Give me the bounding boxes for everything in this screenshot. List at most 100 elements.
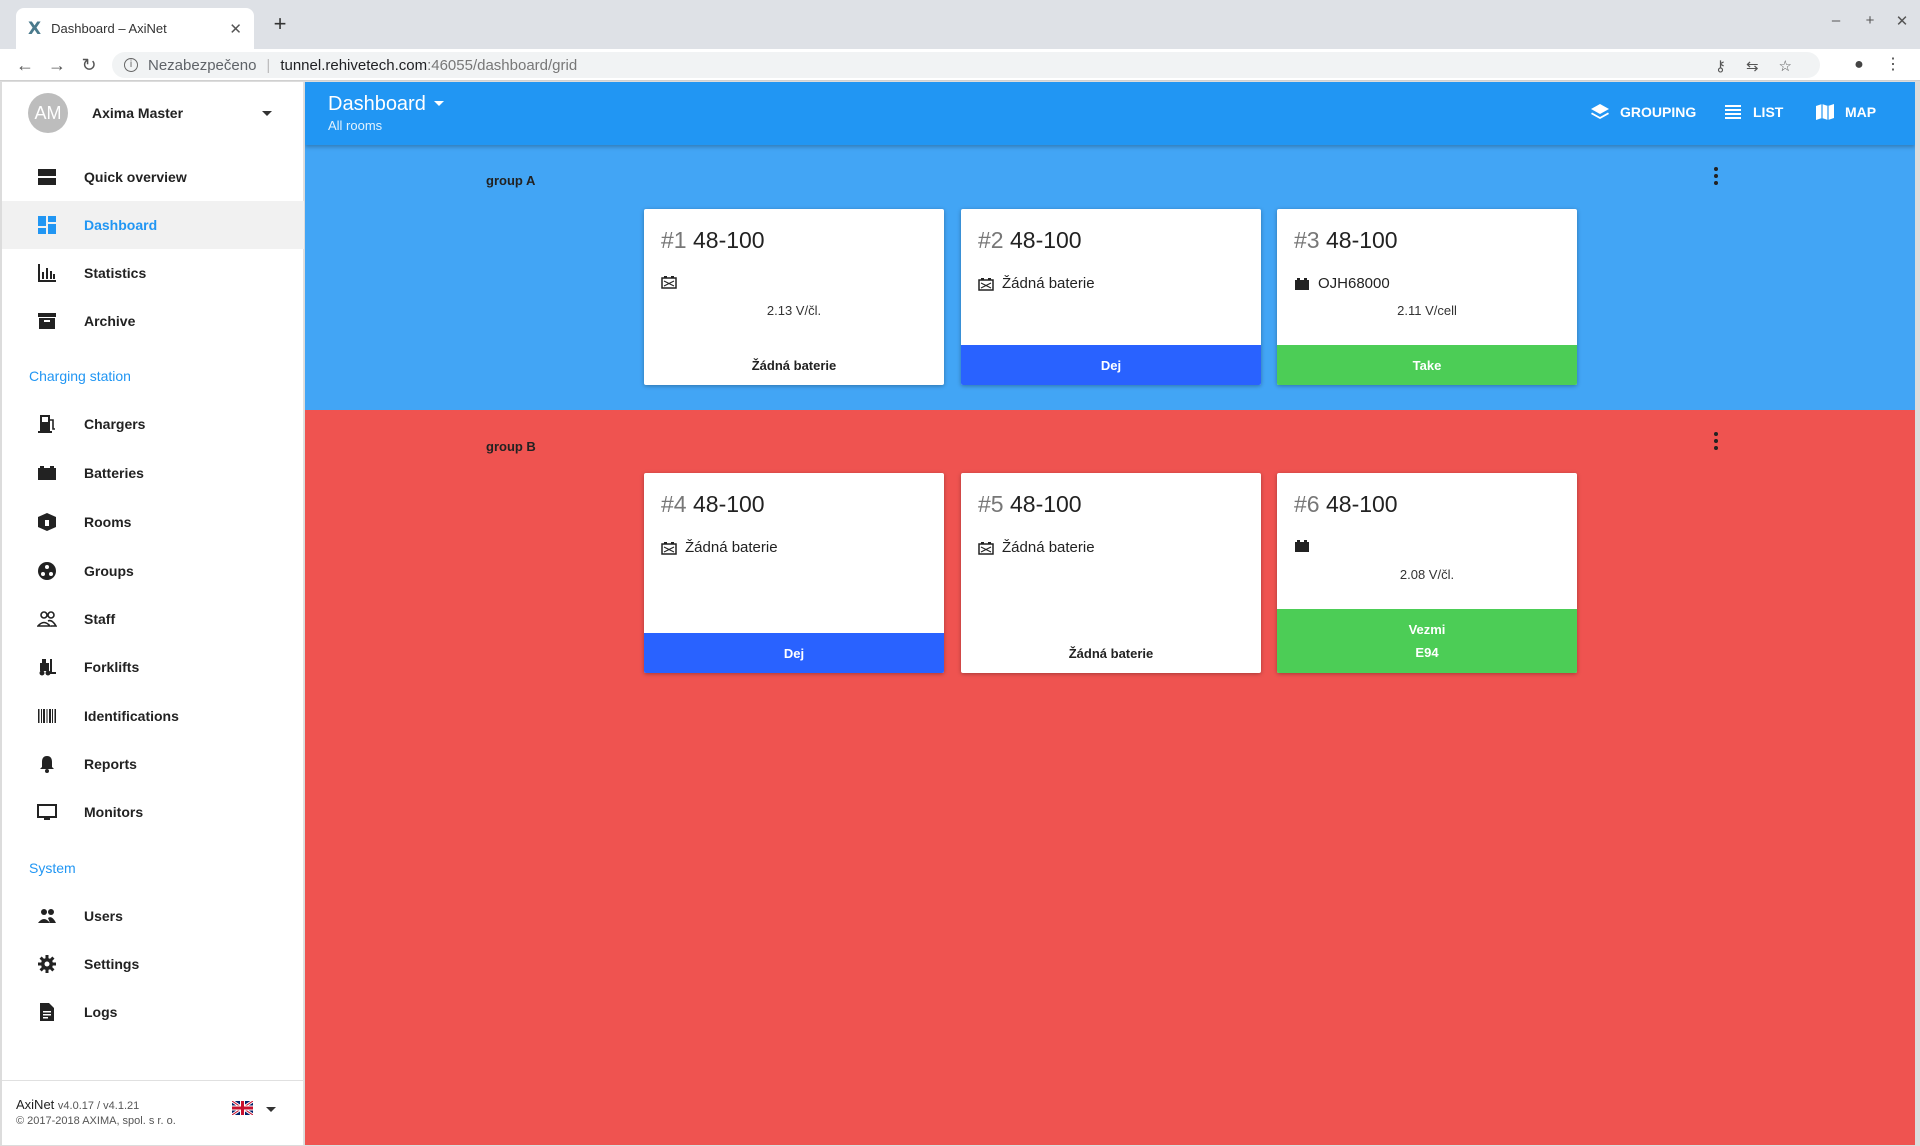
sidebar-item-batteries[interactable]: Batteries xyxy=(2,449,304,497)
sidebar-item-quick-overview[interactable]: Quick overview xyxy=(2,153,304,201)
menu-icon[interactable]: ⋮ xyxy=(1882,54,1904,76)
card-title: #3 48-100 xyxy=(1294,227,1398,254)
battery-icon xyxy=(1295,277,1309,290)
monitor-icon xyxy=(36,801,58,823)
charger-card[interactable]: #4 48-100 Žádná baterie Dej xyxy=(644,473,944,673)
charger-type: 48-100 xyxy=(1325,227,1398,253)
staff-icon xyxy=(36,608,58,630)
groups-icon xyxy=(36,560,58,582)
page-title[interactable]: Dashboard xyxy=(328,93,444,116)
card-action[interactable]: Žádná baterie xyxy=(644,345,944,385)
more-vert-icon[interactable] xyxy=(1714,167,1718,185)
charger-icon xyxy=(36,413,58,435)
uk-flag-icon[interactable] xyxy=(232,1101,253,1115)
battery-empty-icon xyxy=(978,277,994,291)
give-button[interactable]: Dej xyxy=(961,345,1261,385)
give-button[interactable]: Dej xyxy=(644,633,944,673)
browser-tabstrip: X Dashboard – AxiNet ✕ + – + ✕ xyxy=(0,0,1920,49)
battery-empty-icon xyxy=(661,541,677,555)
battery-status: Žádná baterie xyxy=(978,539,1095,556)
sidebar: AM Axima Master Quick overview Dashboard… xyxy=(2,82,304,1145)
chevron-down-icon xyxy=(262,110,272,116)
group-section-a: group A #1 48-100 2.13 V/čl. Žádná bater… xyxy=(305,145,1915,410)
take-button[interactable]: Take xyxy=(1277,345,1577,385)
sidebar-item-staff[interactable]: Staff xyxy=(2,595,304,643)
forward-icon[interactable]: → xyxy=(46,54,68,76)
app-name: AxiNet xyxy=(16,1097,55,1112)
charger-card[interactable]: #1 48-100 2.13 V/čl. Žádná baterie xyxy=(644,209,944,385)
charger-number: #2 xyxy=(978,227,1004,253)
users-icon xyxy=(36,905,58,927)
user-menu[interactable]: AM Axima Master xyxy=(2,82,304,144)
sidebar-item-reports[interactable]: Reports xyxy=(2,740,304,788)
sidebar-item-rooms[interactable]: Rooms xyxy=(2,498,304,546)
sidebar-item-chargers[interactable]: Chargers xyxy=(2,400,304,448)
language-dropdown-icon[interactable] xyxy=(266,1107,276,1112)
sidebar-item-label: Settings xyxy=(84,956,140,972)
battery-label: Žádná baterie xyxy=(685,539,778,556)
tab-close-icon[interactable]: ✕ xyxy=(229,20,242,38)
charger-card[interactable]: #3 48-100 OJH68000 2.11 V/cell Take xyxy=(1277,209,1577,385)
reload-icon[interactable]: ↻ xyxy=(78,54,100,76)
sidebar-item-label: Users xyxy=(84,908,123,924)
sidebar-item-groups[interactable]: Groups xyxy=(2,547,304,595)
sidebar-item-settings[interactable]: Settings xyxy=(2,940,304,988)
minimize-icon[interactable]: – xyxy=(1826,12,1846,29)
charger-type: 48-100 xyxy=(692,491,765,517)
charger-card[interactable]: #5 48-100 Žádná baterie Žádná baterie xyxy=(961,473,1261,673)
sidebar-item-logs[interactable]: Logs xyxy=(2,988,304,1036)
card-title: #4 48-100 xyxy=(661,491,765,518)
sidebar-item-label: Archive xyxy=(84,313,136,329)
card-action-label: Dej xyxy=(783,645,805,661)
main-content: Dashboard All rooms GROUPING LIST MAP gr… xyxy=(305,82,1915,1145)
sidebar-item-label: Chargers xyxy=(84,416,146,432)
layers-icon xyxy=(1591,104,1609,119)
maximize-icon[interactable]: + xyxy=(1860,12,1880,29)
chevron-down-icon xyxy=(433,100,444,106)
list-button[interactable]: LIST xyxy=(1723,102,1783,122)
sidebar-item-identifications[interactable]: Identifications xyxy=(2,692,304,740)
profile-icon[interactable]: ● xyxy=(1848,54,1870,76)
sidebar-item-archive[interactable]: Archive xyxy=(2,297,304,345)
app-bar: Dashboard All rooms GROUPING LIST MAP xyxy=(305,82,1915,145)
window-close-icon[interactable]: ✕ xyxy=(1892,12,1912,30)
new-tab-icon[interactable]: + xyxy=(268,12,292,36)
star-icon[interactable]: ☆ xyxy=(1779,57,1792,75)
battery-status: Žádná baterie xyxy=(661,539,778,556)
back-icon[interactable]: ← xyxy=(14,54,36,76)
take-button[interactable]: Vezmi E94 xyxy=(1277,609,1577,673)
sidebar-item-statistics[interactable]: Statistics xyxy=(2,249,304,297)
charger-number: #1 xyxy=(661,227,687,253)
map-button[interactable]: MAP xyxy=(1815,102,1876,122)
battery-empty-icon xyxy=(978,541,994,555)
sidebar-item-monitors[interactable]: Monitors xyxy=(2,788,304,836)
sidebar-item-forklifts[interactable]: Forklifts xyxy=(2,643,304,691)
card-action-label: Take xyxy=(1412,357,1442,373)
charger-card[interactable]: #6 48-100 2.08 V/čl. Vezmi E94 xyxy=(1277,473,1577,673)
card-action[interactable]: Žádná baterie xyxy=(961,633,1261,673)
grouping-button[interactable]: GROUPING xyxy=(1590,102,1696,122)
list-label: LIST xyxy=(1753,104,1784,120)
sidebar-item-label: Batteries xyxy=(84,465,144,481)
battery-icon xyxy=(1295,540,1309,552)
sidebar-item-users[interactable]: Users xyxy=(2,892,304,940)
tab-title: Dashboard – AxiNet xyxy=(51,21,167,36)
url-path: :46055/dashboard/grid xyxy=(427,56,578,74)
address-bar[interactable]: i Nezabezpečeno | tunnel.rehivetech.com:… xyxy=(112,52,1820,78)
info-icon[interactable]: i xyxy=(124,58,138,72)
charger-type: 48-100 xyxy=(1009,227,1082,253)
voltage-label: 2.11 V/cell xyxy=(1397,303,1457,318)
sidebar-item-label: Forklifts xyxy=(84,659,140,675)
key-icon[interactable]: ⚷ xyxy=(1715,57,1726,75)
more-vert-icon[interactable] xyxy=(1714,432,1718,450)
section-title-system: System xyxy=(29,860,76,876)
sidebar-item-dashboard[interactable]: Dashboard xyxy=(2,201,304,249)
card-action-label: Vezmi xyxy=(1408,622,1446,637)
charger-card[interactable]: #2 48-100 Žádná baterie Dej xyxy=(961,209,1261,385)
battery-status xyxy=(661,275,685,289)
version-number: v4.0.17 / v4.1.21 xyxy=(57,1100,140,1112)
translate-icon[interactable]: ⇆ xyxy=(1746,57,1759,75)
browser-tab[interactable]: X Dashboard – AxiNet ✕ xyxy=(16,8,254,49)
battery-status: OJH68000 xyxy=(1294,275,1390,292)
card-title: #5 48-100 xyxy=(978,491,1082,518)
